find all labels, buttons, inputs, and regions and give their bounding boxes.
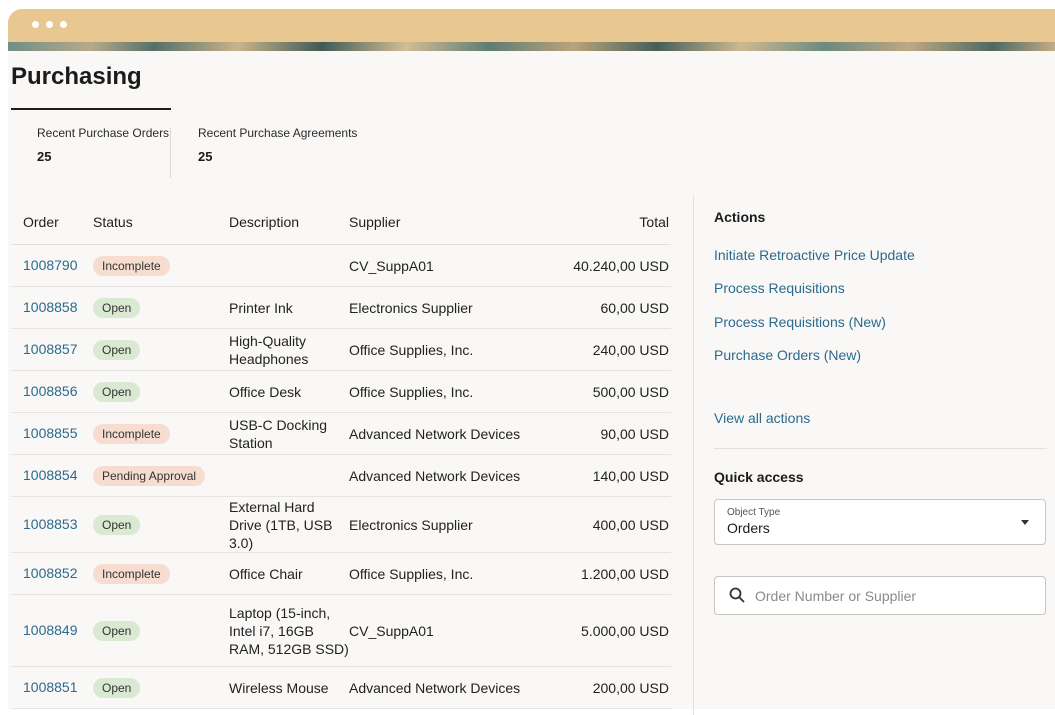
order-number-link[interactable]: 1008856 <box>23 383 78 399</box>
supplier-cell: Advanced Network Devices <box>349 679 521 696</box>
order-number-link[interactable]: 1008790 <box>23 257 78 273</box>
object-type-select[interactable]: Object Type Orders <box>714 499 1046 545</box>
search-icon <box>729 587 745 603</box>
total-cell: 240,00 USD <box>592 341 669 358</box>
header-supplier[interactable]: Supplier <box>349 214 549 230</box>
total-cell: 40.240,00 USD <box>573 257 669 274</box>
header-total[interactable]: Total <box>549 214 671 230</box>
search-input[interactable] <box>755 584 1035 608</box>
order-number-link[interactable]: 1008852 <box>23 565 78 581</box>
status-badge: Incomplete <box>93 423 170 444</box>
metric-value: 25 <box>37 149 52 164</box>
orders-table: Order Status Description Supplier Total … <box>11 199 671 709</box>
description-cell: Office Chair <box>229 565 303 582</box>
status-badge: Incomplete <box>93 255 170 276</box>
side-panel: Actions Initiate Retroactive Price Updat… <box>693 195 1047 715</box>
quick-access-heading: Quick access <box>714 469 804 485</box>
description-cell: Office Desk <box>229 383 302 400</box>
action-initiate-retroactive-price-update[interactable]: Initiate Retroactive Price Update <box>714 247 915 263</box>
total-cell: 500,00 USD <box>592 383 669 400</box>
status-badge: Open <box>93 620 141 641</box>
order-number-link[interactable]: 1008851 <box>23 679 78 695</box>
order-number-link[interactable]: 1008849 <box>23 622 78 638</box>
order-number-link[interactable]: 1008854 <box>23 467 78 483</box>
header-status[interactable]: Status <box>93 214 229 230</box>
supplier-cell: Advanced Network Devices <box>349 425 521 442</box>
caret-down-icon[interactable] <box>1021 520 1029 525</box>
metric-label: Recent Purchase Agreements <box>198 126 358 140</box>
table-row[interactable]: 1008849 Open Laptop (15-inch, Intel i7, 16… <box>11 595 671 667</box>
table-row[interactable]: 1008855 Incomplete USB-C Docking Station Ad… <box>11 413 671 455</box>
status-badge: Incomplete <box>93 563 170 584</box>
decorative-banner <box>8 42 1055 51</box>
supplier-cell: CV_SuppA01 <box>349 257 434 274</box>
table-row[interactable]: 1008856 Open Office Desk Office Supplies, I… <box>11 371 671 413</box>
supplier-cell: Office Supplies, Inc. <box>349 383 474 400</box>
action-purchase-orders-new[interactable]: Purchase Orders (New) <box>714 347 861 363</box>
object-type-label: Object Type <box>727 507 781 518</box>
title-bar <box>8 9 1055 51</box>
order-number-link[interactable]: 1008853 <box>23 516 78 532</box>
window-dot-maximize[interactable] <box>60 21 67 28</box>
panel-divider <box>714 448 1047 449</box>
description-cell: High-Quality Headphones <box>229 332 309 367</box>
status-badge: Open <box>93 339 141 360</box>
table-row[interactable]: 1008852 Incomplete Office Chair Office Supp… <box>11 553 671 595</box>
table-row[interactable]: 1008853 Open External Hard Drive (1TB, USB… <box>11 497 671 553</box>
description-cell: Wireless Mouse <box>229 679 329 696</box>
header-description[interactable]: Description <box>229 214 349 230</box>
table-row[interactable]: 1008858 Open Printer Ink Electronics Suppli… <box>11 287 671 329</box>
order-number-link[interactable]: 1008858 <box>23 299 78 315</box>
title-underline <box>11 108 171 110</box>
table-row[interactable]: 1008854 Pending Approval Advanced Network … <box>11 455 671 497</box>
table-row[interactable]: 1008790 Incomplete CV_SuppA01 40.240,00 USD <box>11 245 671 287</box>
view-all-actions-link[interactable]: View all actions <box>714 410 810 426</box>
total-cell: 60,00 USD <box>600 299 669 316</box>
metric-recent-purchase-orders[interactable]: Recent Purchase Orders 25 <box>37 126 169 164</box>
window-dot-close[interactable] <box>32 21 39 28</box>
actions-heading: Actions <box>714 209 766 225</box>
quick-access-search[interactable] <box>714 576 1046 615</box>
supplier-cell: Office Supplies, Inc. <box>349 341 474 358</box>
description-cell: Laptop (15-inch, Intel i7, 16GB RAM, 512… <box>229 604 349 657</box>
supplier-cell: Electronics Supplier <box>349 516 473 533</box>
supplier-cell: Office Supplies, Inc. <box>349 565 474 582</box>
supplier-cell: Electronics Supplier <box>349 299 473 316</box>
supplier-cell: Advanced Network Devices <box>349 467 521 484</box>
metric-value: 25 <box>198 149 213 164</box>
description-cell: Printer Ink <box>229 299 293 316</box>
order-number-link[interactable]: 1008857 <box>23 341 78 357</box>
total-cell: 200,00 USD <box>592 679 669 696</box>
description-cell: USB-C Docking Station <box>229 416 328 451</box>
total-cell: 90,00 USD <box>600 425 669 442</box>
page-title: Purchasing <box>11 63 142 90</box>
table-body: 1008790 Incomplete CV_SuppA01 40.240,00 USD… <box>11 245 671 709</box>
action-process-requisitions-new[interactable]: Process Requisitions (New) <box>714 314 886 330</box>
status-badge: Open <box>93 381 141 402</box>
object-type-value: Orders <box>727 520 770 536</box>
order-number-link[interactable]: 1008855 <box>23 425 78 441</box>
total-cell: 140,00 USD <box>592 467 669 484</box>
table-row[interactable]: 1008857 Open High-Quality Headphones Office… <box>11 329 671 371</box>
window-dot-minimize[interactable] <box>46 21 53 28</box>
total-cell: 1.200,00 USD <box>581 565 669 582</box>
total-cell: 400,00 USD <box>592 516 669 533</box>
table-header: Order Status Description Supplier Total <box>11 199 671 245</box>
metric-recent-purchase-agreements[interactable]: Recent Purchase Agreements 25 <box>198 126 357 164</box>
action-process-requisitions[interactable]: Process Requisitions <box>714 280 845 296</box>
status-badge: Pending Approval <box>93 465 206 486</box>
supplier-cell: CV_SuppA01 <box>349 622 434 639</box>
status-badge: Open <box>93 297 141 318</box>
window-controls <box>32 21 67 28</box>
status-badge: Open <box>93 677 141 698</box>
metric-label: Recent Purchase Orders <box>37 126 170 140</box>
metric-divider <box>170 128 171 178</box>
header-order[interactable]: Order <box>11 214 93 230</box>
description-cell: External Hard Drive (1TB, USB 3.0) <box>229 498 333 551</box>
total-cell: 5.000,00 USD <box>581 622 669 639</box>
status-badge: Open <box>93 514 141 535</box>
